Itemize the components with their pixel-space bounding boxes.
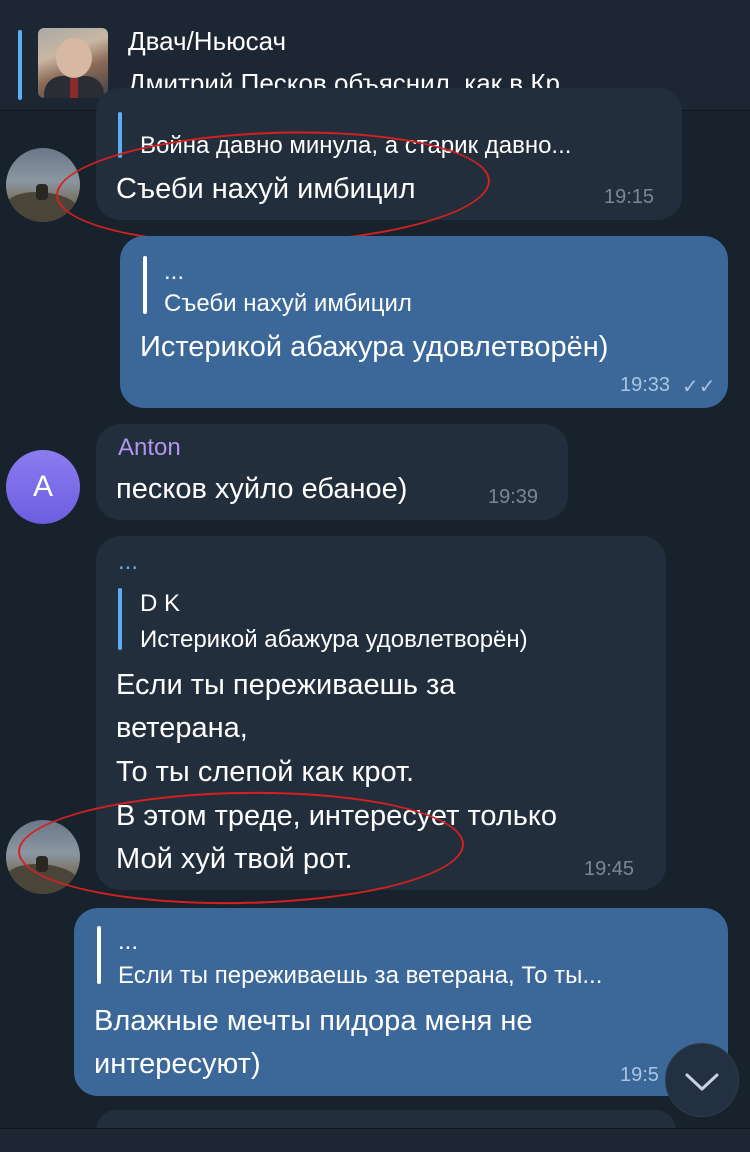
message-text: песков хуйло ебаное) <box>116 473 408 505</box>
quote-bar <box>118 112 122 158</box>
message-time: 19:5 <box>620 1064 659 1086</box>
message-time: 19:33 <box>620 374 671 396</box>
quote-author: ... <box>164 258 185 285</box>
message-line: То ты слепой как крот. <box>116 756 415 788</box>
quote-author: ... <box>118 928 139 955</box>
quote-text: Истерикой абажура удовлетворён) <box>140 626 528 653</box>
message-time: 19:45 <box>584 858 635 880</box>
sender-name[interactable]: Anton <box>118 434 181 462</box>
message-line: Влажные мечты пидора меня не <box>94 1005 533 1037</box>
quote-bar <box>143 256 147 314</box>
read-checkmarks-icon: ✓✓ <box>682 376 716 398</box>
message-line: интересуют) <box>94 1048 261 1080</box>
message-time: 19:39 <box>488 486 539 508</box>
pinned-thumbnail <box>38 28 108 98</box>
sender-avatar-anton[interactable]: A <box>6 450 80 524</box>
message-time: 19:15 <box>604 186 655 208</box>
message-line: Если ты переживаешь за <box>116 669 456 701</box>
quote-bar <box>118 588 122 650</box>
quote-text: Съеби нахуй имбицил <box>164 290 412 317</box>
message-text: Истерикой абажура удовлетворён) <box>140 331 609 363</box>
pinned-title: Двач/Ньюсач <box>128 26 287 56</box>
pinned-indicator <box>18 30 22 100</box>
message-line: ветерана, <box>116 712 248 744</box>
quote-text: Если ты переживаешь за ветерана, То ты..… <box>118 962 603 989</box>
forward-marker: ... <box>118 548 139 575</box>
quote-author: D K <box>140 590 181 617</box>
chevron-down-icon <box>685 1073 719 1091</box>
scroll-down-button[interactable] <box>665 1043 739 1117</box>
quote-bar <box>97 926 101 984</box>
input-bar[interactable] <box>0 1128 750 1152</box>
